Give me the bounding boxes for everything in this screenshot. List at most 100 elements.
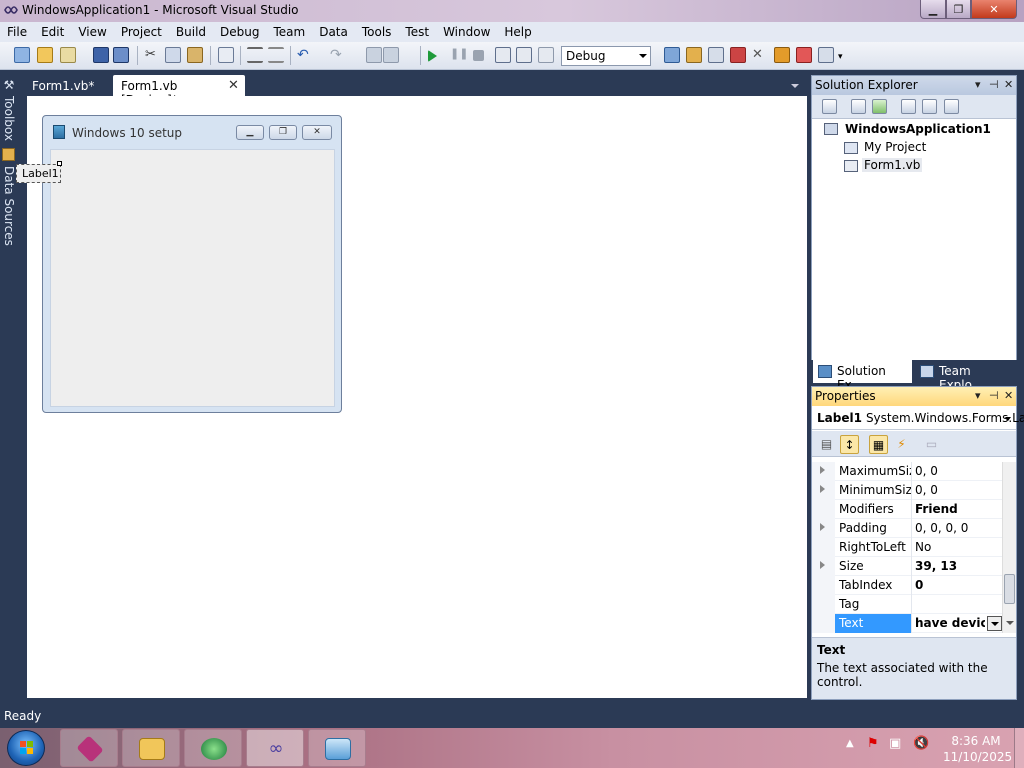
alphabetical-icon[interactable]: ↕ — [840, 435, 859, 454]
expand-icon[interactable] — [820, 485, 825, 493]
close-icon[interactable]: ✕ — [1004, 78, 1013, 91]
expand-icon[interactable] — [820, 561, 825, 569]
label1-control[interactable]: Label1 — [16, 164, 61, 183]
minimize-button[interactable]: ▁ — [920, 0, 946, 19]
menu-tools[interactable]: Tools — [355, 25, 399, 39]
taskbar-app-visual-studio[interactable]: ∞ — [246, 729, 304, 767]
chevron-down-icon[interactable]: ▾ — [975, 389, 981, 402]
tab-form1-code[interactable]: Form1.vb* — [24, 75, 102, 97]
properties-icon[interactable]: ▦ — [869, 435, 888, 454]
show-hidden-icons-icon[interactable]: ▲ — [846, 738, 854, 749]
cut-icon[interactable]: ✂ — [145, 47, 161, 63]
toolbox-icon[interactable]: ✕ — [752, 47, 768, 63]
step-over-icon[interactable] — [516, 47, 532, 63]
show-all-files-icon[interactable] — [851, 99, 866, 114]
tab-solution-explorer[interactable]: Solution Ex... — [813, 360, 912, 392]
save-icon[interactable] — [93, 47, 109, 63]
navigate-backward-icon[interactable] — [366, 47, 382, 63]
menu-window[interactable]: Window — [436, 25, 497, 39]
events-icon[interactable]: ⚡ — [892, 435, 911, 454]
scroll-thumb[interactable] — [1004, 574, 1015, 604]
action-center-icon[interactable]: ⚑ — [867, 736, 879, 751]
stop-icon[interactable] — [473, 50, 484, 61]
solution-configuration-select[interactable]: Debug — [561, 46, 651, 66]
property-row[interactable]: Modifiers Friend — [812, 500, 1002, 519]
properties-icon[interactable] — [822, 99, 837, 114]
menu-project[interactable]: Project — [114, 25, 169, 39]
property-value[interactable]: 39, 13 — [915, 559, 957, 573]
taskbar-app-form-preview[interactable] — [308, 729, 366, 767]
property-value[interactable]: have device — [915, 616, 985, 630]
network-icon[interactable]: ▣ — [889, 736, 901, 751]
expand-icon[interactable] — [820, 523, 825, 531]
tree-item-project[interactable]: WindowsApplication1 — [845, 122, 991, 136]
clock[interactable]: 8:36 AM 11/10/2025 — [943, 733, 1012, 765]
menu-edit[interactable]: Edit — [34, 25, 71, 39]
property-value[interactable]: 0, 0 — [915, 464, 938, 478]
property-row[interactable]: Text have device — [812, 614, 1002, 633]
properties-window-icon[interactable] — [708, 47, 724, 63]
error-list-icon[interactable] — [796, 47, 812, 63]
column-divider[interactable] — [911, 595, 912, 614]
close-button[interactable]: ✕ — [971, 0, 1017, 19]
taskbar-app-explorer[interactable] — [122, 729, 180, 767]
taskbar-app-visual-studio-express[interactable] — [60, 729, 118, 767]
data-sources-tab[interactable]: Data Sources — [2, 166, 16, 246]
column-divider[interactable] — [911, 519, 912, 538]
volume-muted-icon[interactable]: 🔇 — [913, 736, 929, 751]
refresh-icon[interactable] — [872, 99, 887, 114]
property-value[interactable]: 0, 0 — [915, 483, 938, 497]
property-value[interactable]: No — [915, 540, 931, 554]
paste-icon[interactable] — [187, 47, 203, 63]
toolbar-overflow-icon[interactable]: ▾ — [838, 52, 854, 68]
save-all-icon[interactable] — [113, 47, 129, 63]
view-designer-icon[interactable] — [922, 99, 937, 114]
expand-icon[interactable] — [820, 466, 825, 474]
maximize-button[interactable]: ❐ — [946, 0, 971, 19]
property-row[interactable]: RightToLeft No — [812, 538, 1002, 557]
close-icon[interactable]: ✕ — [1004, 389, 1013, 402]
redo-icon[interactable]: ↷ — [330, 47, 346, 63]
pin-icon[interactable]: ⚒ — [2, 78, 16, 92]
column-divider[interactable] — [911, 614, 912, 633]
property-pages-icon[interactable]: ▭ — [922, 435, 941, 454]
menu-debug[interactable]: Debug — [213, 25, 266, 39]
menu-file[interactable]: File — [0, 25, 34, 39]
column-divider[interactable] — [911, 462, 912, 481]
solution-explorer-icon[interactable] — [686, 47, 702, 63]
menu-help[interactable]: Help — [497, 25, 538, 39]
new-project-icon[interactable] — [14, 47, 30, 63]
tab-team-explorer[interactable]: Team Explo... — [915, 360, 1015, 392]
output-window-icon[interactable] — [818, 47, 834, 63]
column-divider[interactable] — [911, 481, 912, 500]
menu-view[interactable]: View — [71, 25, 113, 39]
tab-form1-design[interactable]: Form1.vb [Design]* — [113, 75, 245, 107]
menu-build[interactable]: Build — [169, 25, 213, 39]
column-divider[interactable] — [911, 500, 912, 519]
open-file-icon[interactable] — [37, 47, 53, 63]
menu-test[interactable]: Test — [398, 25, 436, 39]
chevron-down-icon[interactable]: ▾ — [975, 78, 981, 91]
copy-icon[interactable] — [165, 47, 181, 63]
column-divider[interactable] — [911, 557, 912, 576]
column-divider[interactable] — [911, 576, 912, 595]
class-diagram-icon[interactable] — [944, 99, 959, 114]
tree-item-form1[interactable]: Form1.vb — [862, 158, 923, 172]
toolbox-tab[interactable]: Toolbox — [2, 96, 16, 141]
start-button[interactable] — [7, 730, 45, 766]
object-selector[interactable]: Label1 System.Windows.Forms.La — [812, 407, 1024, 430]
resize-grip[interactable] — [57, 161, 62, 166]
column-divider[interactable] — [911, 538, 912, 557]
scroll-down-icon[interactable] — [1006, 621, 1014, 625]
taskbar-app-media-center[interactable] — [184, 729, 242, 767]
property-value[interactable]: 0 — [915, 578, 923, 592]
find-icon[interactable] — [218, 47, 234, 63]
categorized-icon[interactable]: ▤ — [817, 435, 836, 454]
value-dropdown-button[interactable] — [987, 616, 1002, 631]
menu-data[interactable]: Data — [312, 25, 355, 39]
property-row[interactable]: Tag — [812, 595, 1002, 614]
property-row[interactable]: MinimumSize 0, 0 — [812, 481, 1002, 500]
form-designer-window[interactable]: Windows 10 setup ▁ ❐ ✕ — [42, 115, 342, 413]
start-debugging-icon[interactable] — [428, 50, 437, 62]
property-value[interactable]: Friend — [915, 502, 958, 516]
